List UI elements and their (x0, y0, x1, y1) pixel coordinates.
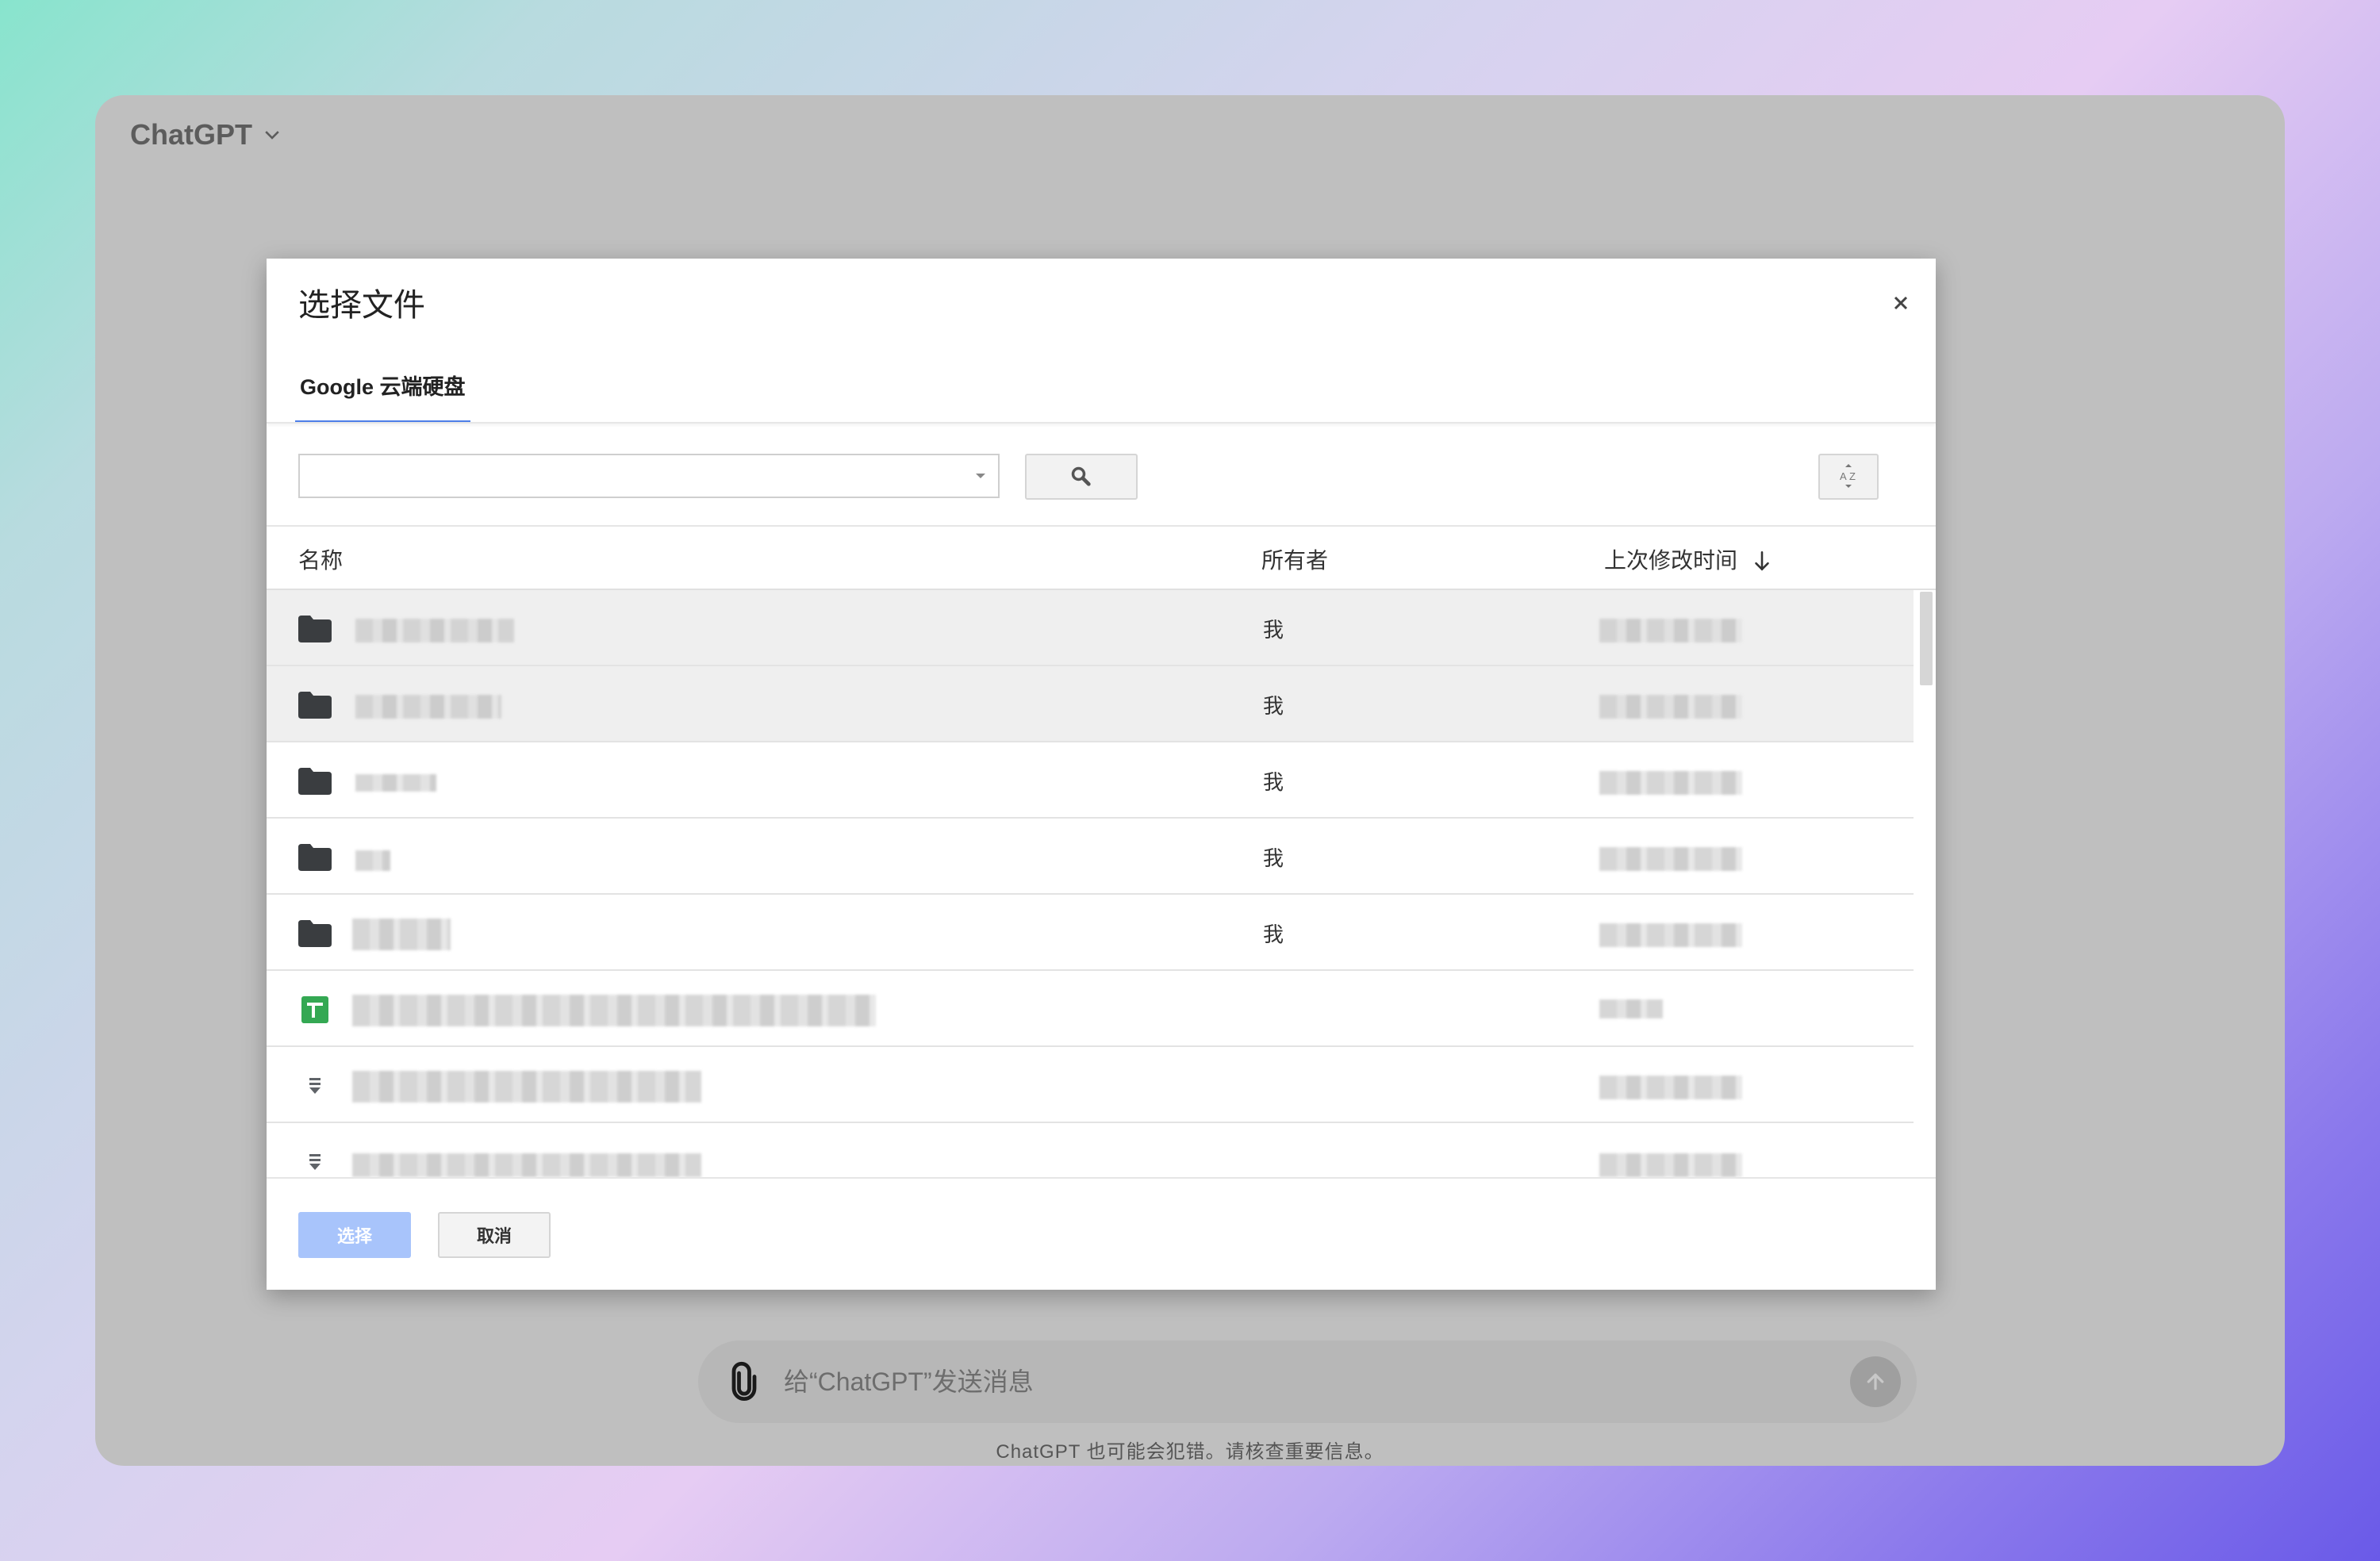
modified-date-redacted (1599, 771, 1742, 795)
modified-date-redacted (1599, 847, 1742, 871)
arrow-down-icon (1755, 551, 1769, 571)
file-name-redacted (355, 774, 436, 792)
file-name-redacted (352, 1153, 701, 1177)
search-button[interactable] (1025, 454, 1138, 500)
file-name-redacted (352, 995, 876, 1026)
svg-text:Z: Z (1849, 470, 1856, 482)
disclaimer-text: ChatGPT 也可能会犯错。请核查重要信息。 (996, 1441, 1384, 1463)
owner-cell: 我 (1263, 770, 1284, 794)
file-row[interactable] (267, 971, 1914, 1047)
folder-icon (298, 616, 332, 642)
footer-divider (267, 1177, 1936, 1179)
owner-cell: 我 (1263, 618, 1284, 642)
folder-icon (298, 692, 332, 719)
modified-date-redacted (1599, 619, 1742, 642)
paperclip-icon[interactable] (724, 1361, 765, 1402)
cancel-button[interactable]: 取消 (438, 1212, 551, 1258)
file-row[interactable] (267, 1123, 1914, 1177)
message-input[interactable] (784, 1358, 1783, 1406)
dialog-title: 选择文件 (298, 288, 425, 323)
scrollbar[interactable] (1920, 592, 1933, 685)
owner-cell: 我 (1263, 694, 1284, 718)
owner-cell: 我 (1263, 922, 1284, 946)
tabs-divider (267, 422, 1936, 424)
folder-icon (298, 768, 332, 795)
modified-date-redacted (1599, 1153, 1742, 1177)
file-picker-dialog: 选择文件 Google 云端硬盘 A Z 名称 所有者 上次修改时间 我 我 我… (267, 259, 1936, 1290)
file-row[interactable]: 我 (267, 666, 1914, 742)
close-button[interactable] (1885, 287, 1917, 319)
close-icon (1894, 296, 1908, 310)
file-row[interactable]: 我 (267, 742, 1914, 819)
modified-date-redacted (1599, 999, 1663, 1018)
document-icon (298, 1072, 332, 1099)
file-row[interactable]: 我 (267, 819, 1914, 895)
model-selector[interactable]: ChatGPT (130, 103, 282, 167)
toolbar-divider (267, 525, 1936, 527)
sort-button[interactable]: A Z (1818, 454, 1879, 500)
svg-text:A: A (1840, 470, 1847, 482)
document-icon (298, 1149, 332, 1176)
file-row[interactable]: 我 (267, 895, 1914, 971)
dropdown-arrow-icon[interactable] (974, 471, 987, 481)
search-input[interactable] (300, 455, 950, 497)
file-name-redacted (352, 1071, 701, 1103)
folder-icon (298, 844, 332, 871)
column-header-owner[interactable]: 所有者 (1261, 541, 1328, 581)
modified-date-redacted (1599, 1076, 1742, 1099)
file-row[interactable] (267, 1047, 1914, 1123)
file-name-redacted (355, 619, 514, 642)
chevron-down-icon (265, 131, 279, 140)
column-header-modified[interactable]: 上次修改时间 (1604, 541, 1772, 581)
message-composer (698, 1340, 1917, 1423)
tab-bar: Google 云端硬盘 (295, 354, 470, 424)
modified-date-redacted (1599, 923, 1742, 947)
column-header-modified-label: 上次修改时间 (1604, 548, 1738, 573)
column-header-name[interactable]: 名称 (298, 541, 343, 581)
arrow-up-icon (1867, 1373, 1884, 1390)
file-name-redacted (355, 850, 390, 871)
app-title: ChatGPT (130, 118, 253, 151)
file-name-redacted (352, 919, 451, 950)
tab-google-drive[interactable]: Google 云端硬盘 (295, 354, 470, 424)
send-button[interactable] (1850, 1356, 1901, 1407)
sort-az-icon: A Z (1840, 464, 1856, 488)
search-icon (1071, 466, 1091, 486)
select-button[interactable]: 选择 (298, 1212, 411, 1258)
owner-cell: 我 (1263, 846, 1284, 870)
file-list: 我 我 我 我 我 (267, 590, 1914, 1177)
file-row[interactable]: 我 (267, 590, 1914, 666)
modified-date-redacted (1599, 695, 1742, 719)
search-combobox[interactable] (298, 454, 1000, 498)
folder-icon (298, 920, 332, 947)
spreadsheet-icon (298, 996, 332, 1023)
file-name-redacted (355, 695, 501, 719)
